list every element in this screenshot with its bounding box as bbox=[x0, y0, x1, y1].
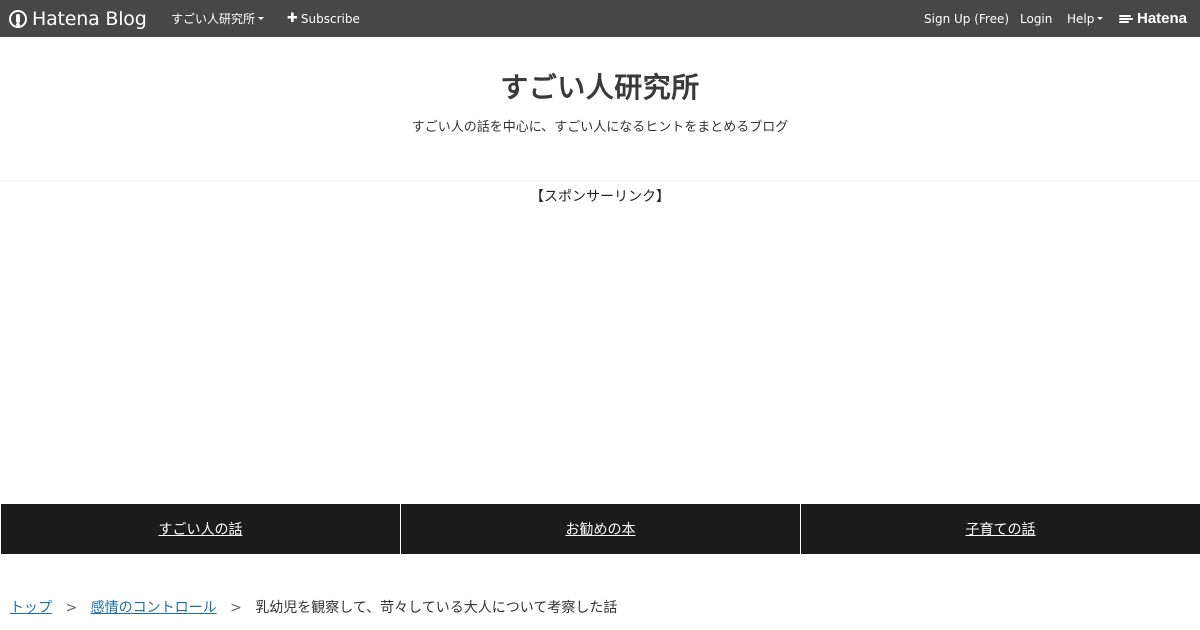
sponsor-label: 【スポンサーリンク】 bbox=[530, 189, 670, 205]
header-divider bbox=[0, 180, 1200, 181]
subscribe-label: Subscribe bbox=[300, 11, 360, 26]
nav-item-sugoi-hito[interactable]: すごい人の話 bbox=[1, 504, 401, 554]
signup-link[interactable]: Sign Up (Free) bbox=[924, 0, 1009, 37]
hatena-blog-logo-icon bbox=[9, 9, 27, 28]
blog-description: すごい人の話を中心に、すごい人になるヒントをまとめるブログ bbox=[411, 120, 789, 135]
breadcrumb-current: 乳幼児を観察して、苛々している大人について考察した話 bbox=[255, 600, 618, 616]
global-header: Hatena Blog すごい人研究所 ✚ Subscribe Sign Up … bbox=[0, 0, 1200, 37]
nav-item-parenting[interactable]: 子育ての話 bbox=[801, 504, 1200, 554]
blog-menu-dropdown[interactable]: すごい人研究所 bbox=[171, 0, 265, 37]
breadcrumb-separator: > bbox=[65, 600, 78, 616]
blog-menu-label: すごい人研究所 bbox=[171, 12, 256, 26]
help-label: Help bbox=[1067, 11, 1095, 26]
login-link[interactable]: Login bbox=[1020, 0, 1052, 37]
help-dropdown[interactable]: Help bbox=[1067, 0, 1104, 37]
blog-title[interactable]: すごい人研究所 bbox=[0, 66, 1200, 106]
caret-down-icon bbox=[258, 17, 265, 20]
login-label: Login bbox=[1020, 11, 1053, 26]
hatena-logo-link[interactable]: Hatena bbox=[1119, 0, 1187, 37]
signup-label: Sign Up (Free) bbox=[924, 11, 1010, 26]
breadcrumb-home-link[interactable]: トップ bbox=[10, 600, 52, 616]
breadcrumb-separator: > bbox=[230, 600, 242, 616]
brand-label: Hatena Blog bbox=[32, 7, 147, 30]
hatena-label: Hatena bbox=[1137, 10, 1188, 27]
plus-icon: ✚ bbox=[287, 11, 298, 26]
nav-item-recommended-books[interactable]: お勧めの本 bbox=[401, 504, 801, 554]
hatena-logo-icon bbox=[1119, 14, 1133, 23]
caret-down-icon bbox=[1097, 17, 1104, 20]
category-nav: すごい人の話 お勧めの本 子育ての話 bbox=[1, 504, 1200, 554]
breadcrumb: トップ > 感情のコントロール > 乳幼児を観察して、苛々している大人について考… bbox=[10, 597, 617, 617]
breadcrumb-category-link[interactable]: 感情のコントロール bbox=[91, 600, 217, 616]
subscribe-button[interactable]: ✚ Subscribe bbox=[287, 0, 360, 37]
hatena-blog-logo[interactable]: Hatena Blog bbox=[9, 0, 147, 37]
